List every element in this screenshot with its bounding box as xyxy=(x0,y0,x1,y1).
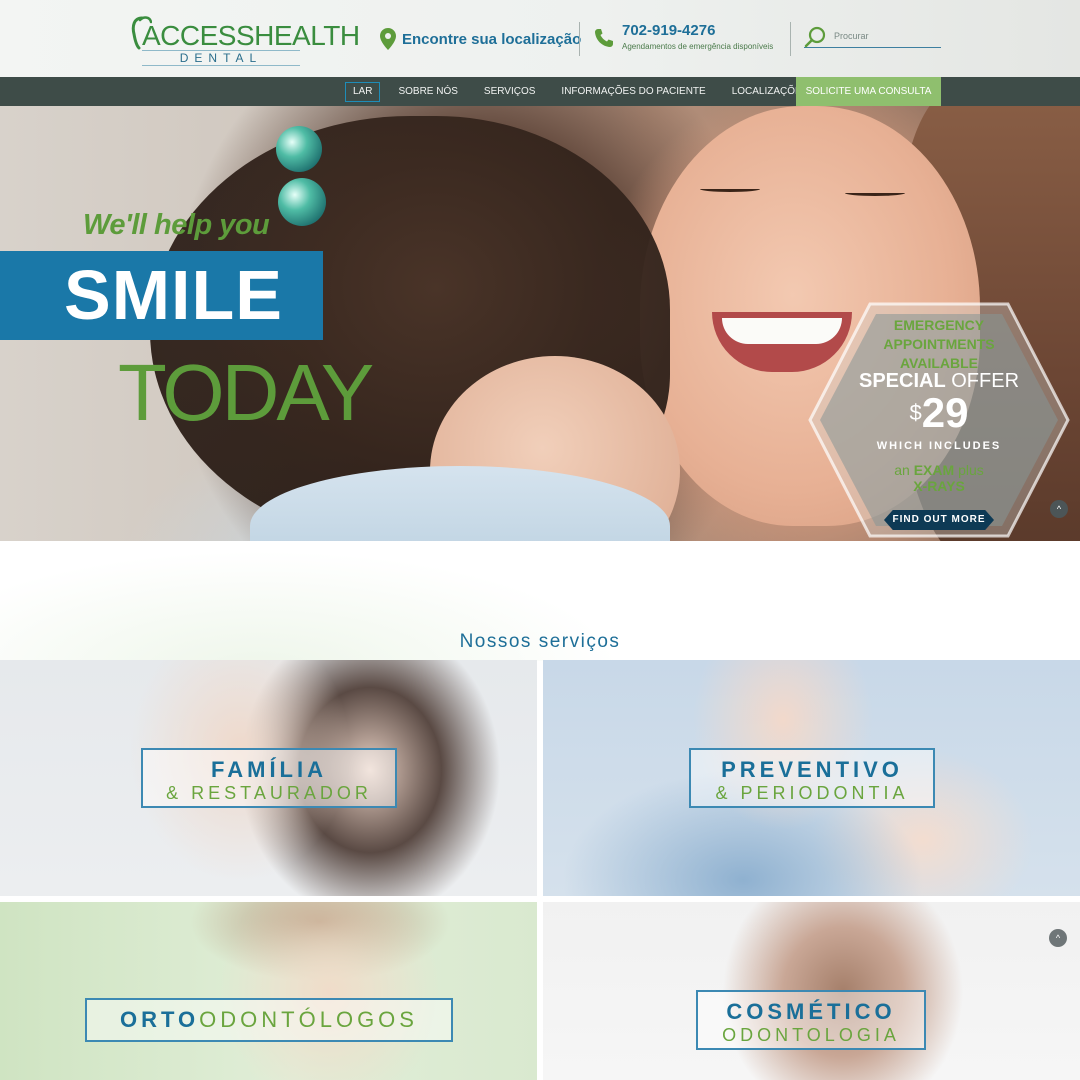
services-title: Nossos serviços xyxy=(459,631,621,652)
offer-line-appointments: APPOINTMENTS xyxy=(883,336,995,352)
phone-subtext: Agendamentos de emergência disponíveis xyxy=(622,42,774,51)
logo-dental: DENTAL xyxy=(142,50,300,66)
main-nav: LAR SOBRE NÓS SERVIÇOS INFORMAÇÕES DO PA… xyxy=(0,77,1080,106)
service-label-ortho: ORTOODONTÓLOGOS xyxy=(85,998,453,1042)
hair-bead xyxy=(276,126,322,172)
header-divider xyxy=(579,22,580,56)
nav-item-services[interactable]: SERVIÇOS xyxy=(471,77,549,106)
special-offer-badge: EMERGENCY APPOINTMENTS AVAILABLE SPECIAL… xyxy=(808,302,1070,538)
hair-bead xyxy=(278,178,326,226)
nav-item-about[interactable]: SOBRE NÓS xyxy=(385,77,470,106)
service-tile-ortho[interactable]: ORTOODONTÓLOGOS xyxy=(0,902,537,1080)
chevron-up-icon[interactable]: ^ xyxy=(1050,500,1068,518)
phone-number: 702-919-4276 xyxy=(622,22,716,39)
site-header: ACCESSHEALTH DENTAL Encontre sua localiz… xyxy=(0,0,1080,77)
service-tile-family[interactable]: FAMÍLIA & RESTAURADOR xyxy=(0,660,537,896)
logo-wordmark: ACCESSHEALTH xyxy=(142,20,360,51)
hero-today-heading: TODAY xyxy=(118,348,374,437)
service-tile-preventive[interactable]: PREVENTIVO & PERIODONTIA xyxy=(543,660,1080,896)
search-box xyxy=(804,24,941,48)
offer-price: $29 xyxy=(909,389,969,436)
service-photo-ortho xyxy=(0,902,537,1080)
offer-exam: an EXAM plus X-RAYS xyxy=(894,462,984,494)
access-health-logo[interactable]: ACCESSHEALTH DENTAL xyxy=(130,12,360,68)
service-label-cosmetic: COSMÉTICO ODONTOLOGIA xyxy=(696,990,926,1050)
service-label-preventive: PREVENTIVO & PERIODONTIA xyxy=(689,748,935,808)
map-pin-icon xyxy=(380,28,396,50)
request-appointment-button[interactable]: SOLICITE UMA CONSULTA xyxy=(796,77,941,106)
hero-photo-eye xyxy=(700,186,760,192)
nav-item-home[interactable]: LAR xyxy=(345,81,381,102)
find-location-link[interactable]: Encontre sua localização xyxy=(380,26,581,52)
location-label: Encontre sua localização xyxy=(402,30,582,48)
hero-smile-heading: SMILE xyxy=(64,256,283,334)
hero-banner: We'll help you SMILE TODAY EMERGENCY APP… xyxy=(0,106,1080,541)
header-divider xyxy=(790,22,791,56)
nav-items: LAR SOBRE NÓS SERVIÇOS INFORMAÇÕES DO PA… xyxy=(345,77,821,106)
offer-includes: WHICH INCLUDES xyxy=(876,440,1002,452)
hero-tagline: We'll help you xyxy=(83,209,270,241)
search-icon[interactable] xyxy=(804,26,828,48)
find-out-more-button[interactable]: FIND OUT MORE xyxy=(884,510,994,530)
search-input[interactable] xyxy=(834,28,938,44)
service-label-family: FAMÍLIA & RESTAURADOR xyxy=(141,748,397,808)
offer-line-emergency: EMERGENCY xyxy=(893,317,985,333)
service-tile-cosmetic[interactable]: COSMÉTICO ODONTOLOGIA ^ xyxy=(543,902,1080,1080)
nav-item-patient-info[interactable]: INFORMAÇÕES DO PACIENTE xyxy=(548,77,718,106)
phone-icon xyxy=(595,29,613,47)
chevron-up-icon[interactable]: ^ xyxy=(1049,929,1067,947)
hero-photo-eye xyxy=(845,190,905,196)
